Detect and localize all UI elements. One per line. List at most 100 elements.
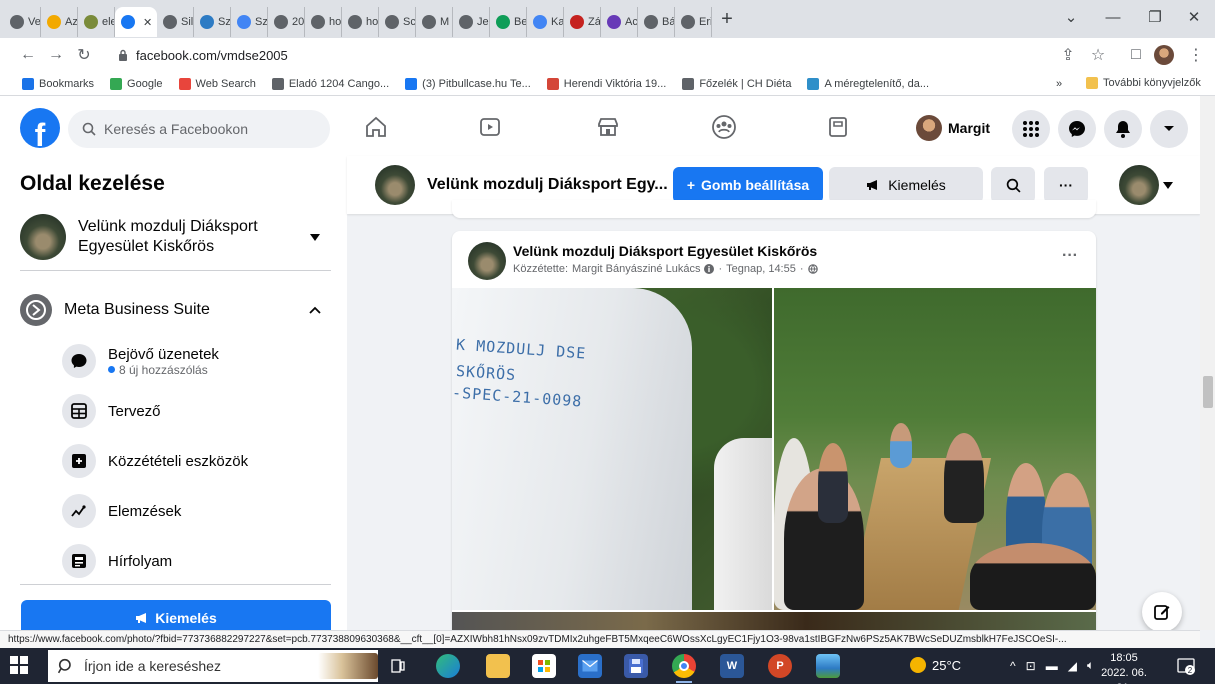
new-message-button[interactable] [1142,592,1182,632]
browser-tab[interactable]: Zá [564,7,601,37]
bookmark-item[interactable]: Web Search [178,77,256,90]
save-disk-icon[interactable] [624,654,648,678]
browser-tab[interactable]: M [416,7,453,37]
tab-search-icon[interactable]: ⌄ [1050,0,1092,34]
side-panel-icon[interactable]: □ [1122,41,1150,69]
menu-grid-icon[interactable] [1012,110,1050,148]
groups-icon[interactable] [704,110,744,144]
bookmark-item[interactable]: Herendi Viktória 19... [546,77,666,90]
messenger-icon[interactable] [1058,110,1096,148]
bookmark-item[interactable]: Google [110,77,163,90]
reload-button[interactable]: ↻ [70,41,98,69]
taskbar-search-input[interactable]: Írjon ide a kereséshez [48,650,378,682]
browser-tab[interactable]: Ac [601,7,638,37]
page-scrollbar[interactable] [1200,96,1215,630]
chrome-icon[interactable] [672,654,696,683]
sidebar-item-publishing-tools[interactable]: Közzétételi eszközök [62,444,248,478]
bookmark-item[interactable]: Bookmarks [22,77,94,90]
windows-start-icon[interactable] [10,656,28,674]
post-photo-1[interactable]: K MOZDULJ DSE SKŐRÖS -SPEC-21-0098 [452,288,772,610]
new-tab-button[interactable]: + [712,4,742,34]
browser-tab[interactable]: Jel [453,7,490,37]
photos-icon[interactable] [816,654,840,678]
network-icon[interactable]: ◢ [1068,659,1077,673]
notifications-icon[interactable] [1104,110,1142,148]
chevron-up-icon[interactable]: ^ [1010,659,1016,673]
bookmarks-overflow-icon[interactable]: » [1056,78,1062,90]
star-icon[interactable]: ☆ [1084,41,1112,69]
weather-widget[interactable]: 25°C [910,657,961,673]
home-icon[interactable] [356,110,396,144]
browser-tab[interactable]: Ka [527,7,564,37]
taskbar-clock[interactable]: 18:05 2022. 06. 21. [1094,651,1154,684]
post-photo-2[interactable] [774,288,1096,610]
post-author-name[interactable]: Velünk mozdulj Diáksport Egyesület Kiskő… [513,243,817,259]
facebook-search-input[interactable]: Keresés a Facebookon [68,110,330,148]
forward-button[interactable]: → [42,41,70,69]
post-author-avatar[interactable] [468,242,506,280]
battery-icon[interactable]: ▬ [1046,659,1058,673]
other-bookmarks-folder[interactable]: További könyvjelzők [1086,77,1201,89]
post-options-icon[interactable]: ··· [1062,247,1078,265]
more-options-button[interactable]: ··· [1044,167,1088,203]
store-icon[interactable] [532,654,556,678]
mail-icon[interactable] [578,654,602,678]
bookmark-item[interactable]: Főzelék | CH Diéta [682,77,791,90]
sidebar-item-inbox[interactable]: Bejövő üzenetek 8 új hozzászólás [62,344,219,378]
marketplace-icon[interactable] [588,110,628,144]
close-tab-icon[interactable]: ✕ [143,16,152,29]
profile-shortcut[interactable]: Margit [916,111,990,145]
word-icon[interactable]: W [720,654,744,678]
post-photo-thumbnails[interactable] [452,612,1096,630]
restore-button[interactable]: ❐ [1134,0,1176,34]
browser-tab[interactable]: Sz [194,7,231,37]
scrollbar-thumb[interactable] [1203,376,1213,408]
browser-tab[interactable]: Eri [675,7,712,37]
notification-center-icon[interactable]: 2 [1176,656,1196,676]
share-icon[interactable]: ⇪ [1054,41,1082,69]
bookmark-item[interactable]: Eladó 1204 Cango... [271,77,389,90]
browser-tab[interactable]: Bá [638,7,675,37]
menu-icon[interactable]: ⋮ [1182,41,1210,69]
browser-tab[interactable]: Ve [4,7,41,37]
browser-tab[interactable]: Be [490,7,527,37]
facebook-logo[interactable]: f [20,108,60,148]
bookmark-item[interactable]: (3) Pitbullcase.hu Te... [405,77,531,90]
sidebar-item-feed[interactable]: Hírfolyam [62,544,172,578]
page-switcher[interactable]: Velünk mozdulj Diáksport Egyesület Kiskő… [20,214,340,260]
promote-button[interactable]: Kiemelés [829,167,983,203]
browser-tab[interactable]: 20 [268,7,305,37]
task-view-icon[interactable] [386,654,410,678]
powerpoint-icon[interactable]: P [768,654,792,678]
meta-business-suite-section[interactable]: Meta Business Suite [20,294,331,326]
add-button-button[interactable]: + Gomb beállítása [673,167,823,203]
file-explorer-icon[interactable] [486,654,510,678]
browser-tab[interactable]: Az [41,7,78,37]
close-window-button[interactable]: ✕ [1173,0,1215,34]
browser-tab[interactable]: ho [342,7,379,37]
meet-now-icon[interactable]: ⊡ [1026,659,1036,673]
bookmark-item[interactable]: A méregtelenítő, da... [807,77,929,90]
sidebar-item-planner[interactable]: Tervező [62,394,161,428]
page-search-button[interactable] [991,167,1035,203]
minimize-button[interactable]: — [1092,0,1134,34]
browser-tab[interactable]: Sc [379,7,416,37]
promote-button-sidebar[interactable]: Kiemelés [21,600,331,630]
sidebar-item-insights[interactable]: Elemzések [62,494,181,528]
gaming-icon[interactable] [818,110,858,144]
watch-icon[interactable] [470,110,510,144]
page-name[interactable]: Velünk mozdulj Diáksport Egy... [427,176,668,194]
page-avatar[interactable] [375,165,415,205]
address-bar[interactable]: facebook.com/vmdse2005 [108,42,1038,68]
account-dropdown-icon[interactable] [1150,110,1188,148]
browser-tab[interactable]: Sz [231,7,268,37]
page-profile-switcher[interactable] [1119,165,1173,205]
edge-icon[interactable] [436,654,460,678]
profile-avatar[interactable] [1154,45,1174,65]
back-button[interactable]: ← [14,41,42,69]
browser-tab[interactable]: ✕ [115,7,157,37]
windows-taskbar: Írjon ide a kereséshez W P 25°C ^ ⊡ ▬ ◢ … [0,648,1215,684]
browser-tab[interactable]: ele [78,7,115,37]
browser-tab[interactable]: Sil [157,7,194,37]
browser-tab[interactable]: ho [305,7,342,37]
